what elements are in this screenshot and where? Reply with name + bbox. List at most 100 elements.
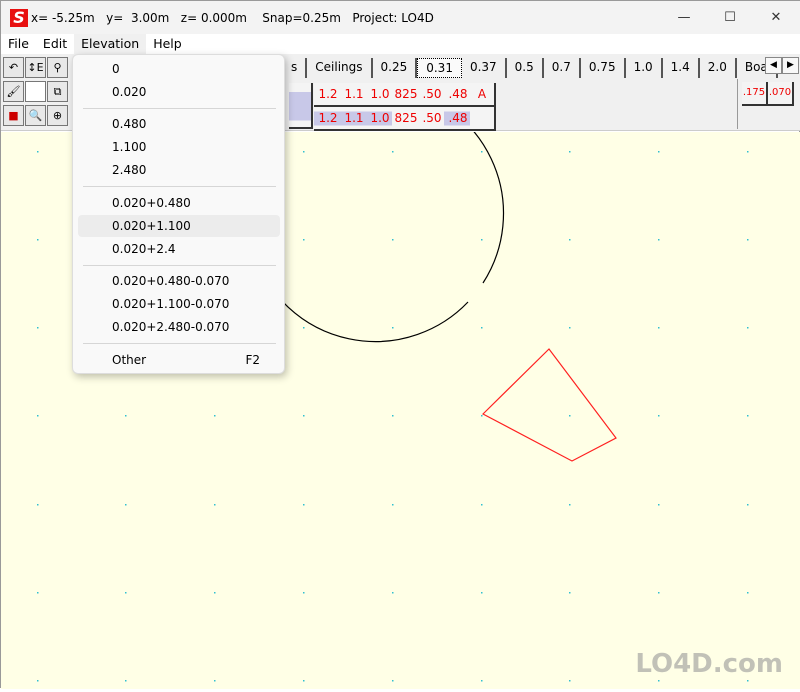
zoom-in-icon[interactable]: ⊕: [47, 105, 68, 126]
grid-dot: [392, 504, 394, 506]
grid-dot: [392, 680, 394, 682]
menu-elevation[interactable]: Elevation: [74, 34, 147, 54]
grid-dot: [214, 680, 216, 682]
menu-separator: [83, 265, 276, 266]
grid-dot: [747, 151, 749, 153]
menu-item[interactable]: 0.480: [78, 113, 280, 135]
grid-dot: [214, 592, 216, 594]
tab[interactable]: 0.5: [507, 58, 544, 78]
menu-file[interactable]: File: [1, 34, 36, 54]
grid-dot: [303, 415, 305, 417]
app-logo-icon: S: [10, 8, 28, 27]
menu-item[interactable]: 1.100: [78, 136, 280, 158]
tab[interactable]: s: [283, 58, 308, 78]
tab[interactable]: 0.25: [373, 58, 418, 78]
grid-dot: [392, 239, 394, 241]
menu-separator: [83, 186, 276, 187]
close-button[interactable]: ✕: [753, 1, 799, 34]
grid-dot: [392, 592, 394, 594]
grid-dot: [569, 592, 571, 594]
watermark: LO4D.com: [635, 649, 783, 679]
elevation-dropdown: 0 0.020 0.480 1.100 2.480 0.020+0.480 0.…: [72, 54, 285, 374]
grid-dot: [747, 327, 749, 329]
grid-dot: [303, 151, 305, 153]
grid-dot: [37, 592, 39, 594]
tab[interactable]: 2.0: [700, 58, 737, 78]
menu-item-highlighted[interactable]: 0.020+1.100: [78, 215, 280, 237]
grid-dot: [658, 239, 660, 241]
undo-icon[interactable]: ↶: [3, 57, 24, 78]
menu-item[interactable]: 0.020+0.480-0.070: [78, 270, 280, 292]
thickness-tabs: s Ceilings 0.25 0.31 0.37 0.5 0.7 0.75 1…: [283, 58, 778, 78]
grid-dot: [481, 415, 483, 417]
menu-item[interactable]: 0.020+2.480-0.070: [78, 316, 280, 338]
tab-scroll-left-icon[interactable]: ◀: [765, 57, 782, 74]
paint-icon[interactable]: 🖌: [3, 81, 24, 102]
grid-dot: [481, 680, 483, 682]
grid-dot: [747, 504, 749, 506]
toolbar-divider: [737, 79, 738, 129]
slab-button[interactable]: .175: [742, 82, 768, 106]
menu-item[interactable]: 0: [78, 58, 280, 80]
title-bar: S x= -5.25m y= 3.00m z= 0.000m Snap=0.25…: [1, 1, 800, 34]
grid-dot: [569, 239, 571, 241]
grid-dot: [125, 504, 127, 506]
tab[interactable]: 1.0: [626, 58, 663, 78]
grid-dot: [569, 680, 571, 682]
grid-dot: [569, 151, 571, 153]
grid-dot: [37, 680, 39, 682]
grid-dot: [658, 504, 660, 506]
menu-separator: [83, 108, 276, 109]
grid-dot: [658, 151, 660, 153]
tab[interactable]: 0.37: [462, 58, 507, 78]
grid-dot: [481, 592, 483, 594]
shortcut-label: F2: [245, 353, 260, 367]
tab[interactable]: 0.7: [544, 58, 581, 78]
tab-scroll-right-icon[interactable]: ▶: [782, 57, 799, 74]
menu-item-other[interactable]: Other F2: [78, 349, 280, 371]
grid-dot: [37, 151, 39, 153]
maximize-button[interactable]: ☐: [707, 1, 753, 34]
slab-button[interactable]: .070: [768, 82, 794, 106]
copy-tool-icon[interactable]: ⧉: [47, 81, 68, 102]
tab[interactable]: 0.75: [581, 58, 626, 78]
menu-item[interactable]: 0.020: [78, 81, 280, 103]
grid-dot: [303, 239, 305, 241]
menu-item[interactable]: 0.020+0.480: [78, 192, 280, 214]
select-tool-icon[interactable]: ⚲: [47, 57, 68, 78]
grid-dot: [37, 327, 39, 329]
circle-wall: [246, 84, 505, 343]
grid-dot: [37, 239, 39, 241]
grid-dot: [481, 327, 483, 329]
tab-selected[interactable]: 0.31: [417, 58, 462, 78]
menu-edit[interactable]: Edit: [36, 34, 74, 54]
menu-item-label: Other: [112, 353, 147, 367]
3d-view-icon[interactable]: ■: [3, 105, 24, 126]
red-polygon: [481, 348, 617, 462]
grid-dot: [303, 680, 305, 682]
line-button[interactable]: [470, 107, 496, 131]
tab[interactable]: 1.4: [663, 58, 700, 78]
tab-ceilings[interactable]: Ceilings: [307, 58, 373, 78]
menu-bar: File Edit Elevation Help: [1, 34, 800, 54]
grid-dot: [303, 592, 305, 594]
grid-dot: [569, 415, 571, 417]
menu-item[interactable]: 2.480: [78, 159, 280, 181]
grid-dot: [481, 151, 483, 153]
blank-tool-icon[interactable]: [25, 81, 46, 102]
grid-dot: [658, 415, 660, 417]
zoom-window-icon[interactable]: 🔍: [25, 105, 46, 126]
elevation-tool-icon[interactable]: ↕E: [25, 57, 46, 78]
grid-dot: [658, 680, 660, 682]
grid-dot: [125, 415, 127, 417]
wall-full-button[interactable]: [289, 83, 313, 129]
menu-item[interactable]: 0.020+1.100-0.070: [78, 293, 280, 315]
grid-dot: [569, 504, 571, 506]
grid-dot: [37, 504, 39, 506]
menu-separator: [83, 343, 276, 344]
text-button[interactable]: A: [470, 83, 496, 107]
menu-help[interactable]: Help: [146, 34, 189, 54]
minimize-button[interactable]: —: [661, 1, 707, 34]
grid-dot: [214, 415, 216, 417]
menu-item[interactable]: 0.020+2.4: [78, 238, 280, 260]
